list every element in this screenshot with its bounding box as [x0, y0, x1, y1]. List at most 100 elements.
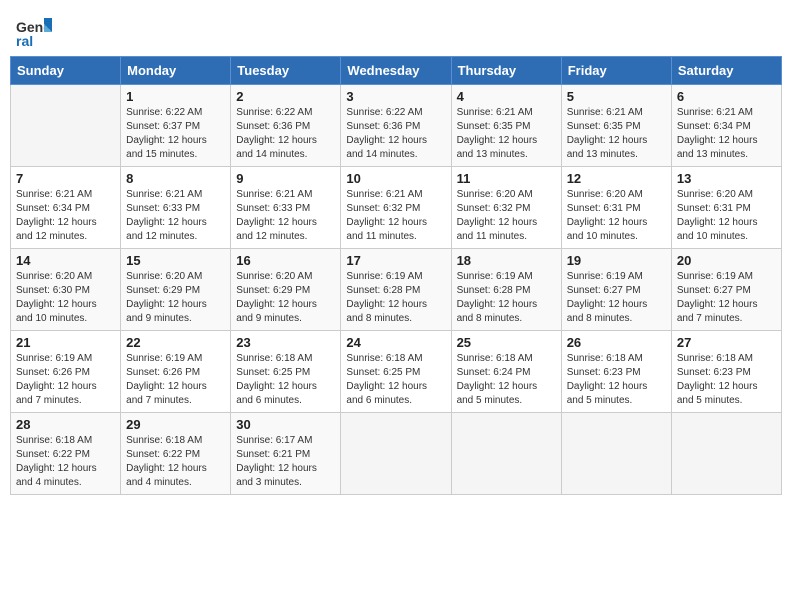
calendar-cell: 13 Sunrise: 6:20 AMSunset: 6:31 PMDayligh… — [671, 167, 781, 249]
week-row-3: 14 Sunrise: 6:20 AMSunset: 6:30 PMDayligh… — [11, 249, 782, 331]
calendar-cell: 21Sunrise: 6:19 AMSunset: 6:26 PMDayligh… — [11, 331, 121, 413]
calendar-cell: 5Sunrise: 6:21 AMSunset: 6:35 PMDaylight… — [561, 85, 671, 167]
day-info: Sunrise: 6:20 AMSunset: 6:29 PMDaylight:… — [236, 270, 335, 326]
day-info: Sunrise: 6:18 AMSunset: 6:25 PMDaylight:… — [236, 352, 335, 408]
calendar-cell: 24 Sunrise: 6:18 AMSunset: 6:25 PMDayligh… — [341, 331, 451, 413]
calendar-cell: 27 Sunrise: 6:18 AMSunset: 6:23 PMDayligh… — [671, 331, 781, 413]
svg-text:ral: ral — [16, 33, 33, 48]
calendar-cell: 17 Sunrise: 6:19 AMSunset: 6:28 PMDayligh… — [341, 249, 451, 331]
day-number: 20 — [677, 253, 776, 268]
calendar-cell: 15 Sunrise: 6:20 AMSunset: 6:29 PMDayligh… — [121, 249, 231, 331]
day-info: Sunrise: 6:21 AMSunset: 6:32 PMDaylight:… — [346, 188, 445, 244]
day-number: 4 — [457, 89, 556, 104]
day-number: 18 — [457, 253, 556, 268]
day-info: Sunrise: 6:18 AMSunset: 6:23 PMDaylight:… — [567, 352, 666, 408]
day-info: Sunrise: 6:21 AMSunset: 6:34 PMDaylight:… — [677, 106, 776, 162]
week-row-5: 28Sunrise: 6:18 AMSunset: 6:22 PMDayligh… — [11, 413, 782, 495]
day-number: 1 — [126, 89, 225, 104]
day-number: 15 — [126, 253, 225, 268]
day-info: Sunrise: 6:21 AMSunset: 6:35 PMDaylight:… — [457, 106, 556, 162]
day-number: 27 — [677, 335, 776, 350]
day-info: Sunrise: 6:18 AMSunset: 6:22 PMDaylight:… — [126, 434, 225, 490]
day-info: Sunrise: 6:21 AMSunset: 6:33 PMDaylight:… — [126, 188, 225, 244]
day-info: Sunrise: 6:18 AMSunset: 6:24 PMDaylight:… — [457, 352, 556, 408]
weekday-header-sunday: Sunday — [11, 57, 121, 85]
day-info: Sunrise: 6:22 AMSunset: 6:37 PMDaylight:… — [126, 106, 225, 162]
day-info: Sunrise: 6:20 AMSunset: 6:31 PMDaylight:… — [677, 188, 776, 244]
weekday-header-row: SundayMondayTuesdayWednesdayThursdayFrid… — [11, 57, 782, 85]
calendar-cell: 2 Sunrise: 6:22 AMSunset: 6:36 PMDaylight… — [231, 85, 341, 167]
calendar-cell: 18Sunrise: 6:19 AMSunset: 6:28 PMDayligh… — [451, 249, 561, 331]
week-row-1: 1 Sunrise: 6:22 AMSunset: 6:37 PMDaylight… — [11, 85, 782, 167]
day-number: 7 — [16, 171, 115, 186]
calendar-cell — [11, 85, 121, 167]
day-number: 10 — [346, 171, 445, 186]
day-number: 22 — [126, 335, 225, 350]
day-info: Sunrise: 6:20 AMSunset: 6:31 PMDaylight:… — [567, 188, 666, 244]
calendar-table: SundayMondayTuesdayWednesdayThursdayFrid… — [10, 56, 782, 495]
logo: Gene ral — [14, 10, 52, 48]
weekday-header-monday: Monday — [121, 57, 231, 85]
day-number: 25 — [457, 335, 556, 350]
logo-icon: Gene ral — [14, 10, 52, 48]
calendar-cell: 26 Sunrise: 6:18 AMSunset: 6:23 PMDayligh… — [561, 331, 671, 413]
calendar-cell: 28Sunrise: 6:18 AMSunset: 6:22 PMDayligh… — [11, 413, 121, 495]
day-number: 16 — [236, 253, 335, 268]
calendar-cell — [451, 413, 561, 495]
day-info: Sunrise: 6:20 AMSunset: 6:29 PMDaylight:… — [126, 270, 225, 326]
day-number: 19 — [567, 253, 666, 268]
day-number: 6 — [677, 89, 776, 104]
day-info: Sunrise: 6:20 AMSunset: 6:32 PMDaylight:… — [457, 188, 556, 244]
day-info: Sunrise: 6:22 AMSunset: 6:36 PMDaylight:… — [346, 106, 445, 162]
day-info: Sunrise: 6:19 AMSunset: 6:26 PMDaylight:… — [126, 352, 225, 408]
weekday-header-thursday: Thursday — [451, 57, 561, 85]
day-number: 30 — [236, 417, 335, 432]
day-number: 11 — [457, 171, 556, 186]
day-number: 24 — [346, 335, 445, 350]
calendar-cell: 8Sunrise: 6:21 AMSunset: 6:33 PMDaylight… — [121, 167, 231, 249]
calendar-cell: 7 Sunrise: 6:21 AMSunset: 6:34 PMDaylight… — [11, 167, 121, 249]
calendar-cell: 30Sunrise: 6:17 AMSunset: 6:21 PMDayligh… — [231, 413, 341, 495]
week-row-2: 7 Sunrise: 6:21 AMSunset: 6:34 PMDaylight… — [11, 167, 782, 249]
week-row-4: 21 Sunrise: 6:19 AMSunset: 6:26 PMDayligh… — [11, 331, 782, 413]
day-number: 23 — [236, 335, 335, 350]
weekday-header-friday: Friday — [561, 57, 671, 85]
day-number: 9 — [236, 171, 335, 186]
weekday-header-tuesday: Tuesday — [231, 57, 341, 85]
day-info: Sunrise: 6:21 AMSunset: 6:34 PMDaylight:… — [16, 188, 115, 244]
day-info: Sunrise: 6:19 AMSunset: 6:28 PMDaylight:… — [346, 270, 445, 326]
day-info: Sunrise: 6:22 AMSunset: 6:36 PMDaylight:… — [236, 106, 335, 162]
calendar-cell: 10 Sunrise: 6:21 AMSunset: 6:32 PMDayligh… — [341, 167, 451, 249]
day-info: Sunrise: 6:21 AMSunset: 6:33 PMDaylight:… — [236, 188, 335, 244]
calendar-cell: 11 Sunrise: 6:20 AMSunset: 6:32 PMDayligh… — [451, 167, 561, 249]
calendar-cell: 22 Sunrise: 6:19 AMSunset: 6:26 PMDayligh… — [121, 331, 231, 413]
day-number: 17 — [346, 253, 445, 268]
day-info: Sunrise: 6:18 AMSunset: 6:25 PMDaylight:… — [346, 352, 445, 408]
calendar-cell: 9 Sunrise: 6:21 AMSunset: 6:33 PMDaylight… — [231, 167, 341, 249]
calendar-cell: 16 Sunrise: 6:20 AMSunset: 6:29 PMDayligh… — [231, 249, 341, 331]
weekday-header-saturday: Saturday — [671, 57, 781, 85]
day-info: Sunrise: 6:18 AMSunset: 6:23 PMDaylight:… — [677, 352, 776, 408]
calendar-cell: 4 Sunrise: 6:21 AMSunset: 6:35 PMDaylight… — [451, 85, 561, 167]
day-number: 21 — [16, 335, 115, 350]
day-info: Sunrise: 6:21 AMSunset: 6:35 PMDaylight:… — [567, 106, 666, 162]
calendar-cell — [671, 413, 781, 495]
calendar-cell: 1 Sunrise: 6:22 AMSunset: 6:37 PMDaylight… — [121, 85, 231, 167]
day-number: 13 — [677, 171, 776, 186]
day-number: 3 — [346, 89, 445, 104]
day-number: 14 — [16, 253, 115, 268]
day-number: 26 — [567, 335, 666, 350]
day-info: Sunrise: 6:19 AMSunset: 6:27 PMDaylight:… — [567, 270, 666, 326]
calendar-cell: 19 Sunrise: 6:19 AMSunset: 6:27 PMDayligh… — [561, 249, 671, 331]
calendar-cell: 25 Sunrise: 6:18 AMSunset: 6:24 PMDayligh… — [451, 331, 561, 413]
weekday-header-wednesday: Wednesday — [341, 57, 451, 85]
calendar-cell: 23 Sunrise: 6:18 AMSunset: 6:25 PMDayligh… — [231, 331, 341, 413]
calendar-cell — [561, 413, 671, 495]
day-info: Sunrise: 6:18 AMSunset: 6:22 PMDaylight:… — [16, 434, 115, 490]
calendar-cell: 14 Sunrise: 6:20 AMSunset: 6:30 PMDayligh… — [11, 249, 121, 331]
day-info: Sunrise: 6:19 AMSunset: 6:27 PMDaylight:… — [677, 270, 776, 326]
day-number: 12 — [567, 171, 666, 186]
day-number: 2 — [236, 89, 335, 104]
day-info: Sunrise: 6:20 AMSunset: 6:30 PMDaylight:… — [16, 270, 115, 326]
page-header: Gene ral — [10, 10, 782, 48]
